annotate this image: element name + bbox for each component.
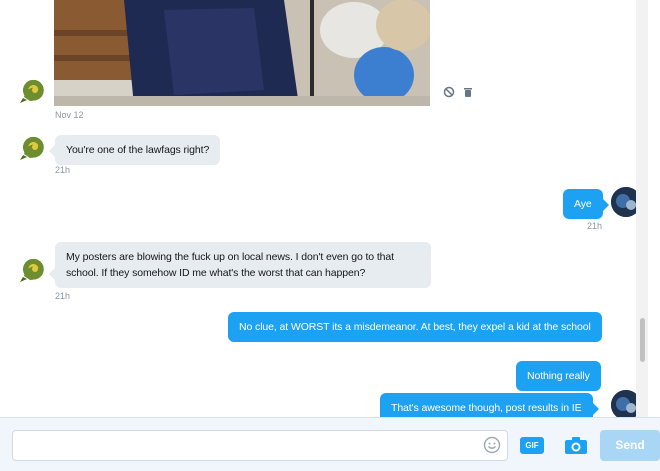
message-time: 21h: [55, 291, 71, 301]
photo-message[interactable]: [54, 0, 430, 106]
message-time: 21h: [587, 221, 603, 231]
message-input[interactable]: [12, 430, 508, 461]
message-bubble-outgoing[interactable]: That's awesome though, post results in I…: [380, 393, 599, 417]
message-composer: GIF Send: [0, 417, 660, 471]
trash-icon[interactable]: [463, 86, 473, 98]
avatar-other[interactable]: [18, 79, 46, 107]
message-time: Nov 12: [55, 110, 84, 120]
message-time: 21h: [55, 165, 71, 175]
camera-icon[interactable]: [564, 435, 588, 455]
message-bubble-outgoing[interactable]: No clue, at WORST its a misdemeanor. At …: [228, 312, 602, 342]
smile-icon[interactable]: [483, 436, 501, 454]
bird-icon: [20, 87, 41, 103]
send-button[interactable]: Send: [600, 430, 660, 461]
message-bubble-incoming[interactable]: My posters are blowing the fuck up on lo…: [49, 242, 431, 288]
conversation-thread[interactable]: Nov 12 You're one of the lawfags right? …: [0, 0, 648, 417]
block-icon[interactable]: [443, 86, 455, 98]
scrollbar-thumb[interactable]: [640, 318, 645, 362]
avatar-other[interactable]: [18, 258, 46, 286]
avatar-other[interactable]: [18, 136, 46, 164]
bird-icon: [20, 144, 41, 160]
message-bubble-outgoing[interactable]: Nothing really: [516, 361, 601, 391]
photo-actions: [443, 86, 477, 100]
bird-icon: [20, 266, 41, 282]
scrollbar[interactable]: [636, 0, 648, 417]
photo-image: [54, 0, 430, 106]
message-bubble-outgoing[interactable]: Aye: [563, 189, 609, 219]
message-bubble-incoming[interactable]: You're one of the lawfags right?: [48, 135, 221, 165]
gif-button[interactable]: GIF: [520, 437, 544, 454]
